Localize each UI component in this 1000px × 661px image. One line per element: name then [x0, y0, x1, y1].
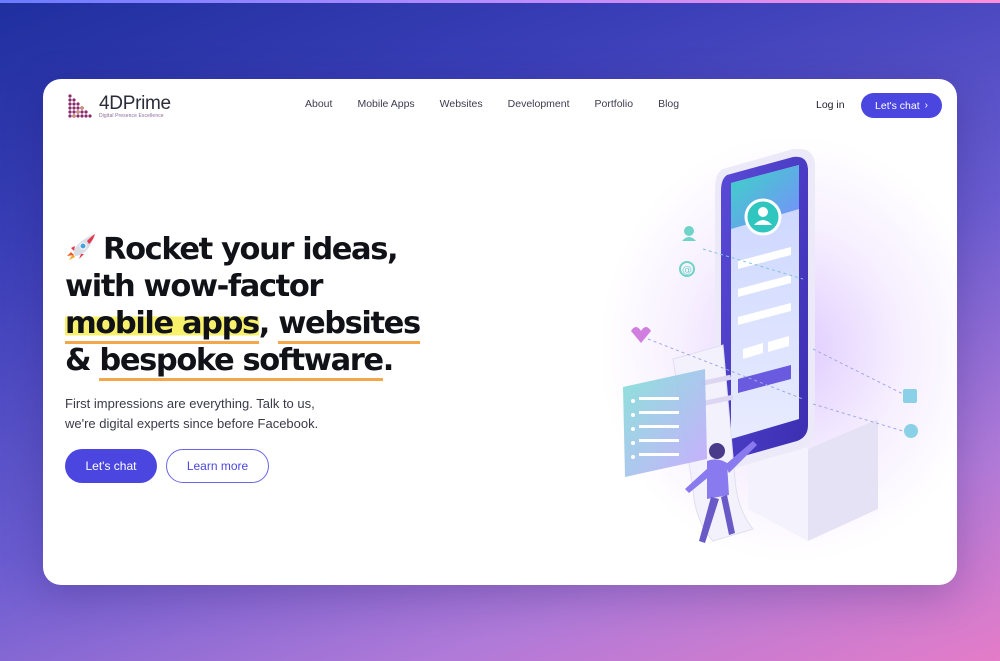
- brand-name-prefix: 4D: [99, 92, 123, 114]
- brand-tagline: Digital Presence Excellence: [99, 112, 164, 119]
- headline-websites: websites: [278, 306, 421, 344]
- headline-ampersand: &: [65, 343, 92, 378]
- lets-chat-nav-label: Let's chat: [875, 99, 920, 112]
- svg-text:@: @: [682, 265, 692, 276]
- lets-chat-nav-button[interactable]: Let's chat ›: [861, 93, 942, 118]
- hero-subtitle: First impressions are everything. Talk t…: [65, 394, 365, 434]
- learn-more-button[interactable]: Learn more: [166, 449, 269, 483]
- hero-headline: Rocket your ideas, with wow-factor mobil…: [65, 231, 485, 381]
- nav-development[interactable]: Development: [508, 98, 570, 110]
- headline-mobile-apps: mobile apps: [65, 306, 260, 344]
- brand-name: 4DPrime: [99, 94, 171, 113]
- rocket-icon: [67, 234, 95, 260]
- login-link[interactable]: Log in: [816, 99, 845, 111]
- nav-mobile-apps[interactable]: Mobile Apps: [357, 98, 414, 110]
- nav-about[interactable]: About: [305, 98, 332, 110]
- logo-mark-icon: [68, 94, 92, 118]
- subtitle-line-1: First impressions are everything. Talk t…: [65, 396, 315, 411]
- chevron-right-icon: ›: [924, 100, 928, 111]
- brand-name-suffix: Prime: [122, 92, 171, 114]
- headline-bespoke-software: bespoke software: [99, 343, 384, 381]
- brand-logo[interactable]: 4DPrime Digital Presence Excellence: [67, 93, 171, 119]
- nav-blog[interactable]: Blog: [658, 98, 679, 110]
- subtitle-line-2: we're digital experts since before Faceb…: [65, 416, 319, 431]
- headline-period: .: [382, 343, 395, 378]
- headline-comma: ,: [258, 306, 271, 341]
- nav-websites[interactable]: Websites: [440, 98, 483, 110]
- headline-line-1: Rocket your ideas,: [103, 232, 399, 267]
- phone-illustration: @: [623, 149, 918, 543]
- headline-line-2: with wow-factor: [65, 269, 323, 304]
- lets-chat-button[interactable]: Let's chat: [65, 449, 157, 483]
- main-nav: About Mobile Apps Websites Development P…: [305, 98, 704, 110]
- top-accent-line: [0, 0, 1000, 3]
- hero-card: 4DPrime Digital Presence Excellence Abou…: [43, 79, 957, 585]
- nav-portfolio[interactable]: Portfolio: [595, 98, 634, 110]
